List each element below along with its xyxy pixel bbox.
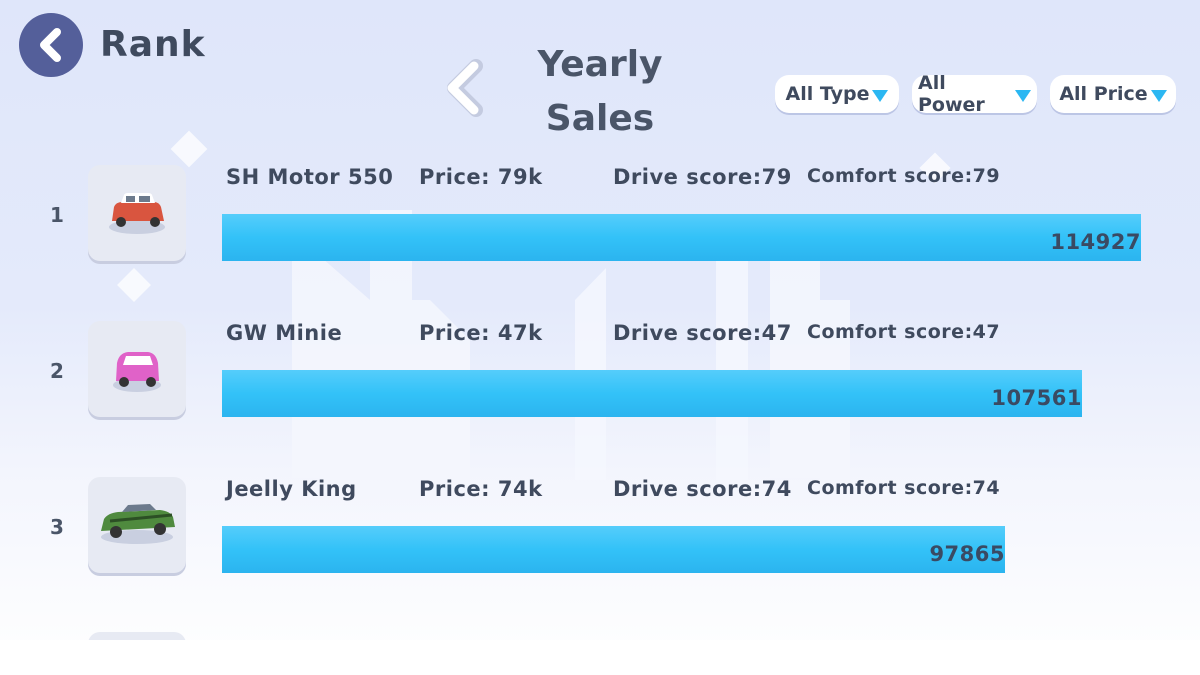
sales-value: 97865 (929, 542, 1005, 566)
previous-category-button[interactable] (440, 58, 490, 118)
car-thumbnail (88, 321, 186, 417)
car-price: Price: 74k (419, 477, 543, 501)
ranking-row[interactable]: 2 GW Minie Price: 47k Drive score:47 Com… (0, 321, 1200, 451)
car-name: SH Motor 550 (226, 165, 394, 189)
comfort-score: Comfort score:74 (807, 477, 1001, 499)
dropdown-arrow-icon (1015, 89, 1031, 102)
power-filter-label: All Power (918, 72, 985, 116)
price-filter-label: All Price (1059, 83, 1148, 105)
sales-value: 107561 (991, 386, 1082, 410)
car-price: Price: 79k (419, 165, 543, 189)
drive-score: Drive score:74 (613, 477, 792, 501)
rank-number: 2 (50, 359, 64, 383)
page-title: Rank (100, 24, 206, 65)
chevron-left-icon (447, 59, 483, 117)
car-name: Jeelly King (226, 477, 357, 501)
chevron-left-icon (40, 28, 61, 62)
rank-number: 1 (50, 203, 64, 227)
type-filter-dropdown[interactable]: All Type (775, 75, 899, 113)
drive-score: Drive score:79 (613, 165, 792, 189)
dropdown-arrow-icon (872, 89, 889, 102)
red-mini-car-icon (109, 193, 165, 234)
drive-score: Drive score:47 (613, 321, 792, 345)
car-thumbnail (88, 165, 186, 261)
ranking-row[interactable]: 1 SH Motor 550 Price: 79k Drive score:79… (0, 165, 1200, 295)
type-filter-label: All Type (785, 83, 870, 105)
pink-micro-car-icon (113, 352, 161, 392)
power-filter-dropdown[interactable]: All Power (912, 72, 1037, 116)
back-button[interactable] (19, 13, 83, 77)
comfort-score: Comfort score:47 (807, 321, 1001, 343)
dropdown-arrow-icon (1150, 89, 1167, 102)
ranking-row[interactable]: 3 Jeelly King Price: 74k Drive score:74 … (0, 477, 1200, 607)
car-thumbnail (88, 477, 186, 573)
sales-bar: 97865 (222, 526, 1005, 573)
sales-value: 114927 (1050, 230, 1141, 254)
car-price: Price: 47k (419, 321, 543, 345)
comfort-score: Comfort score:79 (807, 165, 1001, 187)
bottom-fade (0, 640, 1200, 675)
sales-bar: 114927 (222, 214, 1141, 261)
price-filter-dropdown[interactable]: All Price (1050, 75, 1176, 113)
category-title: Yearly Sales (537, 44, 663, 139)
rank-number: 3 (50, 515, 64, 539)
car-name: GW Minie (226, 321, 343, 345)
green-muscle-car-icon (101, 504, 175, 544)
sales-bar: 107561 (222, 370, 1082, 417)
